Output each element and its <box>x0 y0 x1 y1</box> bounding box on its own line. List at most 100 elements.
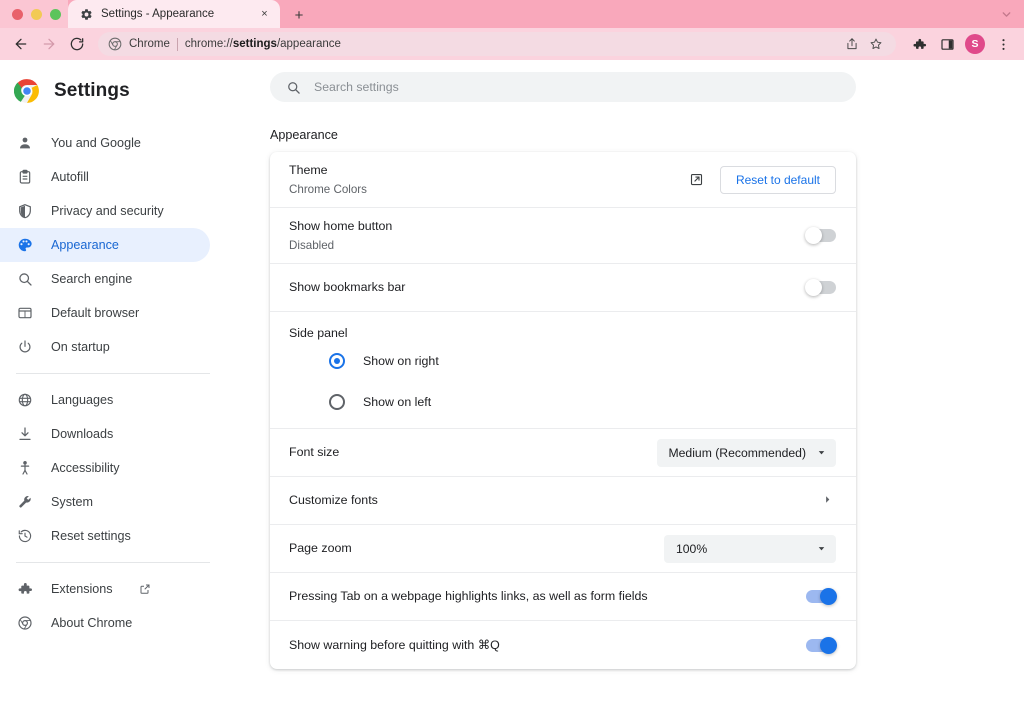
search-input[interactable] <box>314 80 840 94</box>
radio-icon[interactable] <box>329 394 345 410</box>
search-settings-bar[interactable] <box>270 72 856 102</box>
toggle-show-home-button[interactable] <box>806 229 836 242</box>
tab-title: Settings - Appearance <box>101 8 249 20</box>
sidebar-item-label: Autofill <box>51 170 89 184</box>
person-icon <box>16 135 33 152</box>
minimize-window-button[interactable] <box>31 9 42 20</box>
toggle-show-bookmarks-bar[interactable] <box>806 281 836 294</box>
sidebar-item-search-engine[interactable]: Search engine <box>0 262 210 296</box>
row-show-home-button[interactable]: Show home button Disabled <box>270 208 856 264</box>
sidebar-item-label: Default browser <box>51 306 139 320</box>
row-label: Page zoom <box>289 539 652 558</box>
clipboard-icon <box>16 169 33 186</box>
tab-strip: Settings - Appearance × + <box>0 0 1024 28</box>
sidebar-item-appearance[interactable]: Appearance <box>0 228 210 262</box>
sidebar-item-label: Accessibility <box>51 461 120 475</box>
sidebar-item-you-and-google[interactable]: You and Google <box>0 126 210 160</box>
arrow-left-icon[interactable] <box>8 31 34 57</box>
browser-tab-settings[interactable]: Settings - Appearance × <box>68 0 280 28</box>
sidebar-divider-1 <box>16 373 210 374</box>
sidebar-item-autofill[interactable]: Autofill <box>0 160 210 194</box>
sidebar-item-extensions[interactable]: Extensions <box>0 572 210 606</box>
puzzle-icon[interactable] <box>906 31 932 57</box>
row-tab-highlight-text: Pressing Tab on a webpage highlights lin… <box>289 587 794 606</box>
avatar-initial: S <box>965 34 985 54</box>
sidebar-item-about-chrome[interactable]: About Chrome <box>0 606 210 640</box>
toggle-tab-highlights-links[interactable] <box>806 590 836 603</box>
sidebar-item-label: System <box>51 495 93 509</box>
star-icon[interactable] <box>866 34 886 54</box>
sidebar-item-reset-settings[interactable]: Reset settings <box>0 519 210 553</box>
gear-icon <box>80 8 93 21</box>
reset-to-default-button[interactable]: Reset to default <box>720 166 836 194</box>
settings-sidebar: Settings You and Google Autofill <box>0 60 248 705</box>
chevron-right-icon[interactable] <box>822 494 836 508</box>
url-path: /appearance <box>277 38 341 50</box>
row-quit-warning[interactable]: Show warning before quitting with ⌘Q <box>270 621 856 669</box>
sidebar-divider-2 <box>16 562 210 563</box>
sidebar-item-privacy-and-security[interactable]: Privacy and security <box>0 194 210 228</box>
row-font-size[interactable]: Font size Medium (Recommended) <box>270 429 856 477</box>
row-label: Theme <box>289 161 674 180</box>
section-heading-appearance: Appearance <box>270 128 1024 142</box>
row-customize-fonts[interactable]: Customize fonts <box>270 477 856 525</box>
chevron-down-icon <box>816 447 827 458</box>
sidebar-nav-secondary: Languages Downloads Accessibility <box>0 383 248 553</box>
new-tab-button[interactable]: + <box>288 4 310 26</box>
page-title: Settings <box>54 80 130 102</box>
row-quit-warning-text: Show warning before quitting with ⌘Q <box>289 636 794 655</box>
sidebar-item-label: Privacy and security <box>51 204 164 218</box>
open-in-new-icon[interactable] <box>686 169 708 191</box>
chrome-logo-icon <box>14 78 40 104</box>
window-traffic-lights <box>12 9 61 20</box>
avatar[interactable]: S <box>962 31 988 57</box>
close-window-button[interactable] <box>12 9 23 20</box>
row-sublabel: Disabled <box>289 237 794 254</box>
radio-option-show-on-right[interactable]: Show on right <box>289 340 836 381</box>
radio-label: Show on right <box>363 354 439 368</box>
sidebar-item-default-browser[interactable]: Default browser <box>0 296 210 330</box>
puzzle-icon <box>16 581 33 598</box>
row-label: Font size <box>289 443 645 462</box>
sidebar-item-label: Languages <box>51 393 113 407</box>
history-restore-icon <box>16 528 33 545</box>
select-font-size[interactable]: Medium (Recommended) <box>657 439 837 467</box>
accessibility-icon <box>16 460 33 477</box>
sidebar-nav-tertiary: Extensions About Chrome <box>0 572 248 640</box>
radio-icon[interactable] <box>329 353 345 369</box>
radio-option-show-on-left[interactable]: Show on left <box>289 381 836 422</box>
sidebar-item-system[interactable]: System <box>0 485 210 519</box>
share-icon[interactable] <box>842 34 862 54</box>
sidebar-item-label: Downloads <box>51 427 113 441</box>
row-tab-highlights-links[interactable]: Pressing Tab on a webpage highlights lin… <box>270 573 856 621</box>
row-label: Pressing Tab on a webpage highlights lin… <box>289 587 794 606</box>
omnibox-actions <box>842 34 886 54</box>
row-customize-fonts-text: Customize fonts <box>289 491 810 510</box>
row-theme[interactable]: Theme Chrome Colors Reset to default <box>270 152 856 208</box>
toggle-quit-warning[interactable] <box>806 639 836 652</box>
row-show-bookmarks-bar[interactable]: Show bookmarks bar <box>270 264 856 312</box>
browser-toolbar: Chrome chrome://settings/appearance S <box>0 28 1024 60</box>
three-dot-menu-icon[interactable] <box>990 31 1016 57</box>
toggle-knob <box>820 637 837 654</box>
reload-icon[interactable] <box>64 31 90 57</box>
sidebar-item-label: Reset settings <box>51 529 131 543</box>
omnibox-url: chrome://settings/appearance <box>185 38 341 50</box>
sidebar-item-on-startup[interactable]: On startup <box>0 330 210 364</box>
download-icon <box>16 426 33 443</box>
toggle-knob <box>805 279 822 296</box>
omnibox[interactable]: Chrome chrome://settings/appearance <box>98 32 896 56</box>
maximize-window-button[interactable] <box>50 9 61 20</box>
select-page-zoom[interactable]: 100% <box>664 535 836 563</box>
sidebar-item-accessibility[interactable]: Accessibility <box>0 451 210 485</box>
arrow-right-icon[interactable] <box>36 31 62 57</box>
side-panel-icon[interactable] <box>934 31 960 57</box>
sidebar-item-downloads[interactable]: Downloads <box>0 417 210 451</box>
sidebar-item-languages[interactable]: Languages <box>0 383 210 417</box>
sidebar-item-label: Extensions <box>51 582 113 596</box>
chevron-down-icon[interactable] <box>998 7 1014 21</box>
close-icon[interactable]: × <box>257 7 272 22</box>
sidebar-nav-primary: You and Google Autofill Privacy and secu… <box>0 126 248 364</box>
row-page-zoom[interactable]: Page zoom 100% <box>270 525 856 573</box>
shield-icon <box>16 203 33 220</box>
